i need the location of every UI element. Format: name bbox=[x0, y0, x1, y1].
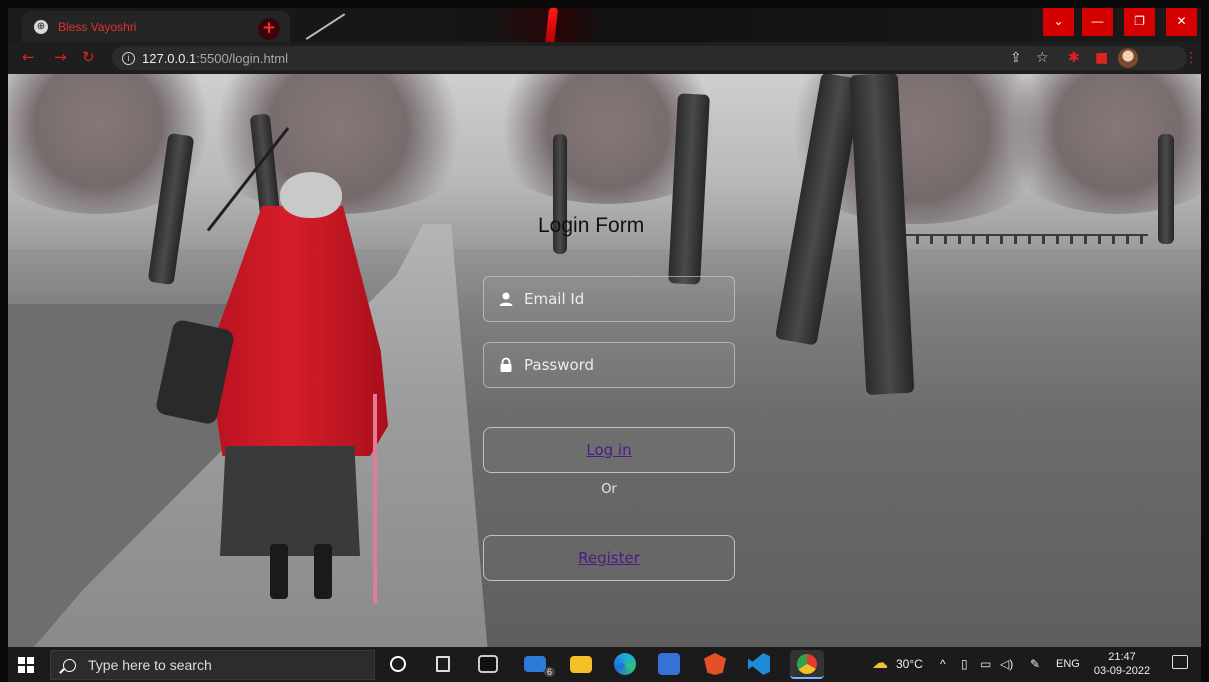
info-icon[interactable]: i bbox=[122, 51, 135, 65]
legs bbox=[264, 544, 344, 604]
profile-avatar[interactable] bbox=[1118, 48, 1138, 68]
chevron-up-icon[interactable]: ^ bbox=[940, 657, 946, 671]
vscode-icon[interactable] bbox=[748, 653, 770, 675]
display-icon[interactable]: ▭ bbox=[980, 657, 991, 671]
edge-browser-icon[interactable] bbox=[614, 653, 636, 675]
url-host: 127.0.0.1 bbox=[142, 50, 197, 66]
tab-search-button[interactable]: ⌄ bbox=[1043, 8, 1074, 36]
url-path: :5500/login.html bbox=[196, 50, 288, 66]
login-button[interactable]: Log in bbox=[483, 427, 735, 473]
windows-start-icon[interactable] bbox=[18, 657, 34, 673]
terminal-icon[interactable] bbox=[478, 655, 498, 673]
clock-time: 21:47 bbox=[1108, 651, 1136, 663]
address-bar[interactable]: i 127.0.0.1 :5500/login.html bbox=[112, 46, 1187, 70]
share-icon[interactable]: ⇪ bbox=[1010, 50, 1022, 66]
email-field[interactable] bbox=[483, 276, 735, 322]
form-title: Login Form bbox=[538, 214, 645, 237]
file-explorer-icon[interactable] bbox=[570, 656, 592, 673]
task-view-icon[interactable] bbox=[436, 656, 450, 672]
side-panel-icon[interactable]: ■ bbox=[1095, 50, 1108, 66]
battery-icon[interactable]: ▯ bbox=[961, 657, 968, 671]
email-input[interactable] bbox=[524, 290, 724, 308]
browser-tab[interactable]: ⊕ Bless Vayoshri × bbox=[22, 11, 290, 42]
taskbar-search[interactable]: Type here to search bbox=[50, 650, 375, 680]
or-separator: Or bbox=[601, 482, 617, 497]
page-viewport: Login Form Log in Or Register bbox=[8, 74, 1201, 647]
search-placeholder: Type here to search bbox=[88, 657, 212, 673]
volume-icon[interactable]: ◁) bbox=[1000, 657, 1013, 671]
woman-hair bbox=[280, 172, 342, 218]
forward-arrow-icon[interactable]: → bbox=[54, 49, 67, 65]
password-input[interactable] bbox=[524, 356, 724, 374]
store-icon[interactable] bbox=[658, 653, 680, 675]
mail-icon[interactable] bbox=[524, 656, 546, 672]
clock[interactable]: 21:47 03-09-2022 bbox=[1090, 650, 1154, 678]
weather-icon: ☁ bbox=[872, 655, 888, 672]
menu-kebab-icon[interactable]: ⋮ bbox=[1184, 50, 1198, 66]
decorative-line bbox=[305, 13, 346, 40]
brave-browser-icon[interactable] bbox=[704, 653, 726, 675]
search-icon bbox=[63, 658, 76, 672]
login-form: Login Form Log in Or Register bbox=[478, 204, 740, 584]
chrome-icon bbox=[797, 654, 817, 674]
tab-strip: ⊕ Bless Vayoshri × + bbox=[8, 8, 1201, 42]
extensions-puzzle-icon[interactable]: ✱ bbox=[1068, 50, 1080, 66]
lock-icon bbox=[500, 357, 512, 372]
mail-badge: 6 bbox=[544, 667, 556, 677]
register-link[interactable]: Register bbox=[578, 549, 640, 567]
language-indicator[interactable]: ENG bbox=[1056, 658, 1080, 670]
weather-temp[interactable]: 30°C bbox=[896, 657, 923, 671]
user-icon bbox=[499, 292, 513, 306]
globe-icon: ⊕ bbox=[34, 19, 48, 34]
tree-trunk bbox=[1158, 134, 1174, 244]
new-tab-button[interactable]: + bbox=[258, 18, 280, 40]
reload-icon[interactable]: ↻ bbox=[82, 49, 95, 65]
login-link[interactable]: Log in bbox=[586, 441, 631, 459]
notifications-icon[interactable] bbox=[1172, 655, 1188, 669]
browser-toolbar: ← → ↻ i 127.0.0.1 :5500/login.html ⇪ ☆ ✱… bbox=[8, 42, 1201, 74]
cortana-icon[interactable] bbox=[390, 656, 406, 672]
skirt bbox=[220, 446, 360, 556]
minimize-button[interactable]: — bbox=[1082, 8, 1113, 36]
password-field[interactable] bbox=[483, 342, 735, 388]
fence bbox=[888, 234, 1148, 244]
bookmark-star-icon[interactable]: ☆ bbox=[1036, 50, 1049, 66]
tab-title: Bless Vayoshri bbox=[58, 19, 137, 34]
back-arrow-icon[interactable]: ← bbox=[22, 49, 35, 65]
close-window-button[interactable]: ✕ bbox=[1166, 8, 1197, 36]
windows-taskbar: Type here to search 6 ☁ 30°C ^ ▯ ▭ ◁) ✎ … bbox=[8, 647, 1201, 682]
register-button[interactable]: Register bbox=[483, 535, 735, 581]
clock-date: 03-09-2022 bbox=[1093, 665, 1151, 677]
pen-icon[interactable]: ✎ bbox=[1030, 657, 1040, 671]
restore-button[interactable]: ❐ bbox=[1124, 8, 1155, 36]
walking-cane bbox=[373, 394, 377, 604]
